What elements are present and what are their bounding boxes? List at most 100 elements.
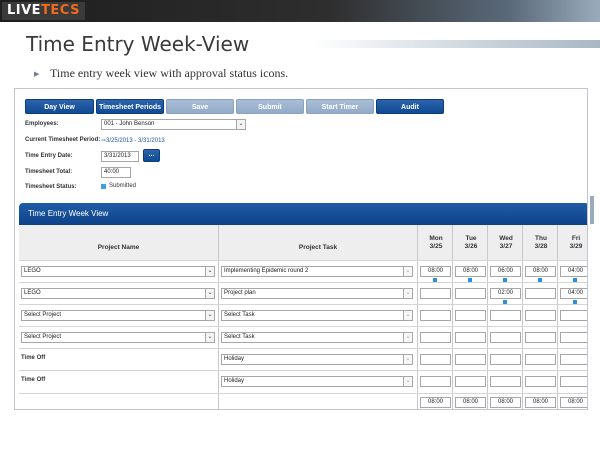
current-period-label: Current Timesheet Period: <box>25 137 101 143</box>
total-label: Timesheet Total: <box>25 169 73 175</box>
grid-row-divider <box>19 304 587 305</box>
save-button[interactable]: Save <box>166 99 234 114</box>
hours-input[interactable]: 08:00 <box>455 266 486 277</box>
time-off-label: Time Off <box>21 377 46 383</box>
hours-input[interactable] <box>420 354 451 365</box>
task-select[interactable]: Project plan ⌄ <box>221 288 413 299</box>
task-select[interactable]: Implementing Epidemic round 2 ⌄ <box>221 266 413 277</box>
day-date: 3/26 <box>464 243 478 250</box>
project-name-header: Project Name <box>19 225 218 260</box>
timesheet-app-window: Day View Timesheet Periods Save Submit S… <box>14 88 588 410</box>
day-total: 08:00 <box>490 397 521 408</box>
livetecs-logo: LIVETECS <box>2 2 85 20</box>
logo-tecs: TECS <box>41 3 80 18</box>
chevron-down-icon: ⌄ <box>403 377 412 386</box>
project-select[interactable]: Select Project ⌄ <box>21 310 215 321</box>
chevron-down-icon: ⌄ <box>236 120 245 129</box>
hours-input[interactable] <box>420 288 451 299</box>
hours-input[interactable]: 06:00 <box>490 266 521 277</box>
day-view-button[interactable]: Day View <box>25 99 94 114</box>
hours-input[interactable] <box>560 354 587 365</box>
hours-input[interactable] <box>490 332 521 343</box>
task-select-value: Holiday <box>224 356 245 362</box>
project-select[interactable]: LEGO ⌄ <box>21 266 215 277</box>
hours-input[interactable] <box>560 310 587 321</box>
task-select[interactable]: Select Task ⌄ <box>221 332 413 343</box>
chevron-down-icon: ⌄ <box>205 333 214 342</box>
hours-input[interactable] <box>455 288 486 299</box>
hours-input[interactable] <box>455 376 486 387</box>
hours-input[interactable] <box>420 376 451 387</box>
project-select[interactable]: Select Project ⌄ <box>21 332 215 343</box>
hours-input[interactable]: 08:00 <box>525 266 556 277</box>
day-name: Tue <box>465 235 477 242</box>
hours-input[interactable] <box>455 310 486 321</box>
task-select[interactable]: Holiday ⌄ <box>221 376 413 387</box>
project-name-header-label: Project Name <box>97 244 140 251</box>
employee-select[interactable]: 001 - John Benson ⌄ <box>101 119 246 130</box>
entry-date-input[interactable]: 3/31/2013 <box>101 151 139 162</box>
hours-input[interactable]: 08:00 <box>420 266 451 277</box>
status-value: Submitted <box>109 183 137 189</box>
audit-button[interactable]: Audit <box>376 99 444 114</box>
day-header-wed: Wed 3/27 <box>489 235 523 251</box>
grid-row-divider <box>19 260 587 261</box>
grid-column-divider <box>557 225 558 409</box>
hours-input[interactable]: 04:00 <box>560 288 587 299</box>
hours-input[interactable] <box>490 354 521 365</box>
grid-row-divider <box>19 282 587 283</box>
approval-status-icon <box>468 278 472 282</box>
submitted-status-icon <box>101 184 106 189</box>
hours-input[interactable] <box>525 354 556 365</box>
current-period-link[interactable]: ⇒3/25/2013 - 3/31/2013 <box>101 137 165 144</box>
hours-input[interactable] <box>490 310 521 321</box>
hours-input[interactable] <box>455 332 486 343</box>
task-select[interactable]: Holiday ⌄ <box>221 354 413 365</box>
day-header-tue: Tue 3/26 <box>454 235 488 251</box>
chevron-down-icon: ⌄ <box>403 311 412 320</box>
project-select-value: LEGO <box>24 268 41 274</box>
project-select[interactable]: LEGO ⌄ <box>21 288 215 299</box>
hours-input[interactable]: 02:00 <box>490 288 521 299</box>
timesheet-periods-button[interactable]: Timesheet Periods <box>96 99 164 114</box>
hours-input[interactable] <box>525 310 556 321</box>
day-date: 3/25 <box>429 243 443 250</box>
day-header-mon: Mon 3/25 <box>419 235 453 251</box>
project-select-value: LEGO <box>24 290 41 296</box>
day-name: Thu <box>535 235 547 242</box>
day-header-fri: Fri 3/29 <box>559 235 587 251</box>
project-select-value: Select Project <box>24 334 62 340</box>
hours-input[interactable] <box>420 310 451 321</box>
current-period-value: 3/25/2013 - 3/31/2013 <box>106 138 165 144</box>
chevron-down-icon: ⌄ <box>205 289 214 298</box>
chevron-down-icon: ⌄ <box>403 267 412 276</box>
submit-button[interactable]: Submit <box>236 99 304 114</box>
employees-label: Employees: <box>25 121 59 127</box>
day-date: 3/28 <box>534 243 548 250</box>
slide-header-bar: LIVETECS <box>0 0 600 22</box>
grid-row-divider <box>19 326 587 327</box>
day-total: 08:00 <box>420 397 451 408</box>
task-select-value: Select Task <box>224 334 255 340</box>
total-input[interactable]: 40:00 <box>101 167 131 178</box>
hours-input[interactable] <box>525 288 556 299</box>
chevron-down-icon: ⌄ <box>403 333 412 342</box>
hours-input[interactable] <box>490 376 521 387</box>
hours-input[interactable] <box>560 332 587 343</box>
hours-input[interactable] <box>525 376 556 387</box>
chevron-down-icon: ⌄ <box>205 311 214 320</box>
project-task-header: Project Task <box>219 225 417 260</box>
task-select-value: Holiday <box>224 378 245 384</box>
chevron-down-icon: ⌄ <box>403 355 412 364</box>
task-select[interactable]: Select Task ⌄ <box>221 310 413 321</box>
date-picker-button[interactable]: ... <box>143 149 160 162</box>
hours-input[interactable]: 04:00 <box>560 266 587 277</box>
grid-column-divider <box>417 225 418 409</box>
start-timer-button[interactable]: Start Timer <box>306 99 374 114</box>
week-view-grid: Project Name Project Task Mon 3/25 Tue 3/26… <box>19 225 587 409</box>
hours-input[interactable] <box>455 354 486 365</box>
hours-input[interactable] <box>420 332 451 343</box>
hours-input[interactable] <box>525 332 556 343</box>
hours-input[interactable] <box>560 376 587 387</box>
approval-status-icon <box>503 278 507 282</box>
